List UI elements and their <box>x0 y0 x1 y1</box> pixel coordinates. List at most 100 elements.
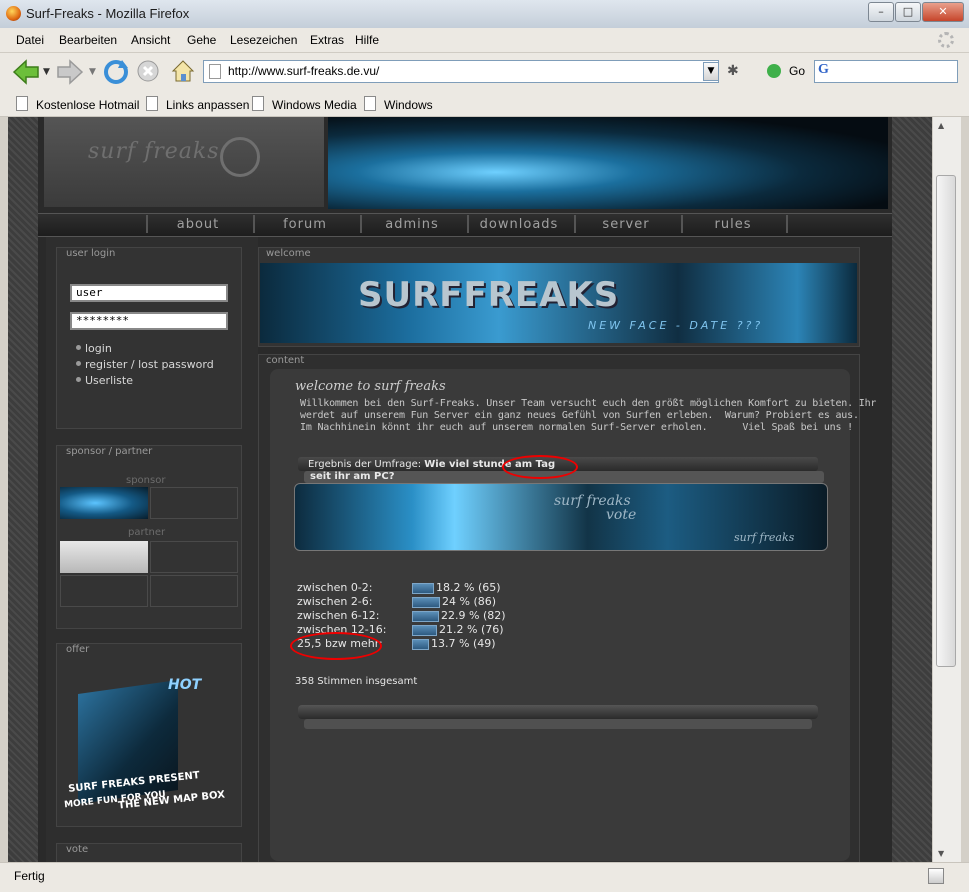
page-icon <box>209 64 221 79</box>
throbber-icon <box>938 32 954 48</box>
nav-divider <box>786 215 788 233</box>
window-titlebar: Surf-Freaks - Mozilla Firefox – □ ✕ <box>0 0 969 29</box>
back-button[interactable] <box>10 58 40 86</box>
welcome-logo: SURFFREAKS <box>358 275 620 315</box>
bookmark-page-icon <box>252 96 264 111</box>
bookmark-item[interactable]: Kostenlose Hotmail <box>16 96 139 112</box>
nav-downloads[interactable]: downloads <box>467 217 571 232</box>
back-dropdown-icon[interactable]: ▼ <box>43 67 50 77</box>
status-text: Fertig <box>14 869 45 883</box>
home-button[interactable] <box>170 58 196 84</box>
welcome-tagline: NEW FACE - DATE ??? <box>588 319 764 332</box>
reload-button[interactable] <box>102 58 130 86</box>
forward-arrow-icon <box>57 59 84 85</box>
bookmark-item[interactable]: Links anpassen <box>146 96 249 112</box>
partner-slot <box>150 541 238 573</box>
bookmark-item[interactable]: Windows <box>364 96 433 112</box>
sponsor-banner[interactable] <box>60 487 148 519</box>
bookmark-item[interactable]: Windows Media <box>252 96 357 112</box>
partner-banner[interactable] <box>60 541 148 573</box>
poll-option-label: zwischen 0-2: <box>297 581 373 594</box>
sponsor-slot <box>150 487 238 519</box>
site-logo[interactable]: surf freaks <box>88 139 220 164</box>
menu-bar: Datei Bearbeiten Ansicht Gehe Lesezeiche… <box>0 28 969 53</box>
home-icon <box>171 60 195 82</box>
poll-result-bar <box>412 611 439 622</box>
forward-dropdown-icon[interactable]: ▼ <box>89 67 96 77</box>
content-panel-title: content <box>266 355 305 366</box>
logo-swirl-icon <box>220 137 260 177</box>
bullet-icon <box>76 377 81 382</box>
offer-panel-title: offer <box>66 644 90 655</box>
url-text[interactable]: http://www.surf-freaks.de.vu/ <box>228 64 379 78</box>
menu-datei[interactable]: Datei <box>16 33 44 47</box>
dragon-icon[interactable]: ✱ <box>727 63 739 79</box>
poll-result-value: 24 % (86) <box>442 595 497 608</box>
content-paragraph-3: Im Nachhinein könnt ihr euch auf unserem… <box>300 422 853 433</box>
username-input[interactable]: user <box>70 284 228 302</box>
menu-extras[interactable]: Extras <box>310 33 344 47</box>
scrollbar-thumb[interactable] <box>936 175 956 667</box>
go-button[interactable]: Go <box>789 64 805 78</box>
poll-total: 358 Stimmen insgesamt <box>295 676 418 687</box>
nav-rules[interactable]: rules <box>681 217 785 232</box>
poll-result-value: 22.9 % (82) <box>441 609 506 622</box>
go-icon[interactable] <box>767 64 781 78</box>
nav-forum[interactable]: forum <box>253 217 357 232</box>
partner-label: partner <box>128 527 166 538</box>
register-link[interactable]: register / lost password <box>76 358 214 371</box>
partner-slot <box>60 575 148 607</box>
annotation-oval <box>502 455 578 479</box>
scroll-down-icon[interactable]: ▼ <box>938 849 944 858</box>
page-viewport: surf freaks about forum admins downloads… <box>8 117 932 862</box>
password-input[interactable]: ******** <box>70 312 228 330</box>
nav-about[interactable]: about <box>146 217 250 232</box>
poll-image-text2: vote <box>606 507 637 523</box>
stop-button[interactable] <box>136 59 160 83</box>
poll-result-bar <box>412 583 434 594</box>
reload-icon <box>104 60 128 84</box>
bullet-icon <box>76 345 81 350</box>
nav-server[interactable]: server <box>574 217 678 232</box>
minimize-button[interactable]: – <box>868 2 894 22</box>
bullet-icon <box>76 361 81 366</box>
poll-footer-bar2 <box>304 719 812 729</box>
annotation-oval <box>290 632 382 660</box>
nav-admins[interactable]: admins <box>360 217 464 232</box>
content-paragraph-2: werdet auf unserem Fun Server ein ganz n… <box>300 410 859 421</box>
poll-option-label: zwischen 2-6: <box>297 595 373 608</box>
back-arrow-icon <box>12 59 39 85</box>
partner-slot <box>150 575 238 607</box>
menu-hilfe[interactable]: Hilfe <box>355 33 379 47</box>
poll-footer-bar <box>298 705 818 719</box>
poll-result-bar <box>412 597 440 608</box>
forward-button[interactable] <box>56 58 86 86</box>
login-panel <box>56 247 242 429</box>
poll-option-label: zwischen 6-12: <box>297 609 380 622</box>
userliste-link[interactable]: Userliste <box>76 374 133 387</box>
scroll-up-icon[interactable]: ▲ <box>938 121 944 130</box>
menu-lesezeichen[interactable]: Lesezeichen <box>230 33 297 47</box>
maximize-button[interactable]: □ <box>895 2 921 22</box>
content-paragraph-1: Willkommen bei den Surf-Freaks. Unser Te… <box>300 398 877 409</box>
google-icon[interactable]: G <box>818 62 829 78</box>
status-bar: Fertig <box>0 862 969 892</box>
url-dropdown-icon[interactable]: ▼ <box>703 62 719 81</box>
vertical-scrollbar[interactable]: ▲ ▼ <box>932 117 961 862</box>
sponsor-panel-title: sponsor / partner <box>66 446 153 457</box>
window-title: Surf-Freaks - Mozilla Firefox <box>26 6 190 21</box>
menu-gehe[interactable]: Gehe <box>187 33 216 47</box>
close-button[interactable]: ✕ <box>922 2 964 22</box>
search-input[interactable]: G <box>814 60 958 83</box>
url-bar[interactable]: http://www.surf-freaks.de.vu/ <box>203 60 719 83</box>
menu-ansicht[interactable]: Ansicht <box>131 33 170 47</box>
poll-result-value: 21.2 % (76) <box>439 623 504 636</box>
vote-panel-title: vote <box>66 844 89 855</box>
bookmark-page-icon <box>146 96 158 111</box>
hot-badge: HOT <box>168 677 202 693</box>
poll-image-text3: surf freaks <box>734 531 795 544</box>
menu-bearbeiten[interactable]: Bearbeiten <box>59 33 117 47</box>
content-heading: welcome to surf freaks <box>295 379 446 394</box>
login-panel-title: user login <box>66 248 116 259</box>
login-link[interactable]: login <box>76 342 112 355</box>
